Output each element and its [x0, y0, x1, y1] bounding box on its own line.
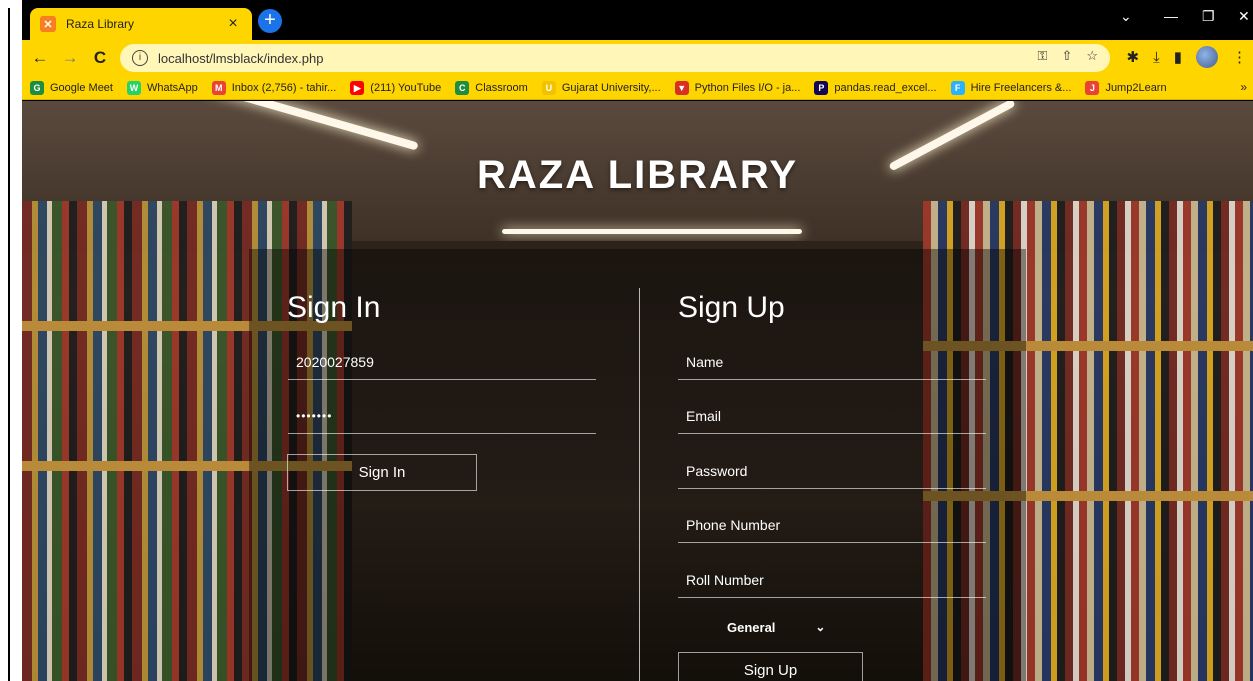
bookmark-item[interactable]: C Classroom [455, 80, 528, 95]
close-window-icon[interactable]: ✕ [1238, 8, 1250, 25]
tab-title: Raza Library [66, 17, 135, 31]
signup-heading: Sign Up [678, 291, 785, 324]
signup-name-input[interactable]: Name [678, 344, 986, 380]
bookmark-favicon-icon: ▼ [674, 80, 689, 95]
bookmark-label: Gujarat University,... [561, 81, 661, 94]
tab-close-icon[interactable]: × [224, 15, 242, 33]
password-key-icon[interactable]: ⚿ [1038, 48, 1048, 64]
tab-raza-library[interactable]: ✕ Raza Library × [30, 8, 252, 40]
bookmark-item[interactable]: U Gujarat University,... [541, 80, 661, 95]
bookmark-label: pandas.read_excel... [834, 81, 937, 94]
download-icon[interactable]: ⤓ [1153, 49, 1160, 66]
library-page: RAZA LIBRARY Sign In 2020027859 ••••••• … [22, 101, 1253, 681]
bookmark-star-icon[interactable]: ☆ [1086, 48, 1098, 64]
profile-avatar[interactable] [1196, 46, 1218, 68]
signup-email-input[interactable]: Email [678, 398, 986, 434]
url-text: localhost/lmsblack/index.php [158, 50, 324, 66]
side-panel-icon[interactable]: ▮ [1174, 48, 1182, 66]
signup-category-select[interactable]: General ⌄ [727, 617, 825, 637]
menu-dots-icon[interactable]: ⋮ [1232, 48, 1247, 66]
signin-button[interactable]: Sign In [287, 454, 477, 491]
xampp-favicon-icon: ✕ [40, 16, 56, 32]
bookmark-favicon-icon: F [950, 80, 965, 95]
bookmark-item[interactable]: ▼ Python Files I/O - ja... [674, 80, 801, 95]
bookmark-label: Classroom [475, 81, 528, 94]
bookmark-item[interactable]: G Google Meet [30, 80, 113, 95]
bookmark-label: Hire Freelancers &... [970, 81, 1072, 94]
new-tab-button[interactable]: + [258, 9, 282, 33]
forward-icon[interactable]: → [58, 48, 82, 68]
back-icon[interactable]: ← [28, 48, 52, 68]
tab-strip: ✕ Raza Library × + ⌄ — ❐ ✕ [22, 0, 1253, 40]
bookmark-favicon-icon: U [541, 80, 556, 95]
bookmark-label: Jump2Learn [1105, 81, 1167, 94]
bookmark-item[interactable]: J Jump2Learn [1085, 80, 1167, 95]
chevron-down-icon: ⌄ [815, 620, 826, 634]
bookmark-favicon-icon: C [455, 80, 470, 95]
category-selected-value: General [727, 619, 776, 635]
bookmark-item[interactable]: F Hire Freelancers &... [950, 80, 1072, 95]
signup-password-input[interactable]: Password [678, 453, 986, 489]
signin-heading: Sign In [287, 291, 381, 324]
bookmark-label: WhatsApp [146, 81, 198, 94]
bookmark-favicon-icon: M [211, 80, 226, 95]
browser-window: ✕ Raza Library × + ⌄ — ❐ ✕ ← → C i local… [22, 0, 1253, 681]
signin-username-input[interactable]: 2020027859 [288, 344, 596, 380]
bookmark-favicon-icon: J [1085, 80, 1100, 95]
site-title: RAZA LIBRARY [476, 153, 798, 197]
bookmark-item[interactable]: ▶ (211) YouTube [350, 80, 442, 95]
bookmark-label: Google Meet [50, 81, 113, 94]
minimize-icon[interactable]: — [1164, 8, 1178, 24]
ceiling-light [502, 229, 802, 234]
address-bar[interactable]: i localhost/lmsblack/index.php ⚿ ⇧ ☆ [120, 44, 1110, 72]
site-info-icon[interactable]: i [132, 50, 148, 66]
bookmark-label: (211) YouTube [370, 81, 442, 94]
signin-password-input[interactable]: ••••••• [288, 398, 596, 434]
left-frame [0, 0, 22, 681]
bookmark-item[interactable]: Ppandas.read_excel... [814, 80, 937, 95]
extensions-puzzle-icon[interactable]: ✱ [1127, 48, 1140, 66]
bookmark-favicon-icon: W [126, 80, 141, 95]
restore-icon[interactable]: ❐ [1202, 8, 1215, 25]
bookmark-label: Inbox (2,756) - tahir... [231, 81, 337, 94]
signup-phone-input[interactable]: Phone Number [678, 507, 986, 543]
tab-search-icon[interactable]: ⌄ [1120, 8, 1132, 25]
reload-icon[interactable]: C [88, 48, 112, 68]
bookmark-favicon-icon: P [814, 80, 829, 95]
bookmark-item[interactable]: M Inbox (2,756) - tahir... [211, 80, 337, 95]
signup-roll-input[interactable]: Roll Number [678, 562, 986, 598]
browser-toolbar: ← → C i localhost/lmsblack/index.php ⚿ ⇧… [22, 40, 1253, 76]
bookmarks-overflow-icon[interactable]: » [1240, 80, 1247, 94]
signup-button[interactable]: Sign Up [678, 652, 863, 681]
bookmark-item[interactable]: W WhatsApp [126, 80, 198, 95]
bookmark-favicon-icon: G [30, 80, 44, 95]
bookmark-favicon-icon: ▶ [350, 80, 365, 95]
share-icon[interactable]: ⇧ [1061, 48, 1072, 64]
bookmarks-bar: G Google Meet W WhatsApp M Inbox (2,756) - ta… [22, 76, 1253, 100]
bookmark-label: Python Files I/O - ja... [694, 81, 801, 94]
form-divider [639, 288, 640, 681]
